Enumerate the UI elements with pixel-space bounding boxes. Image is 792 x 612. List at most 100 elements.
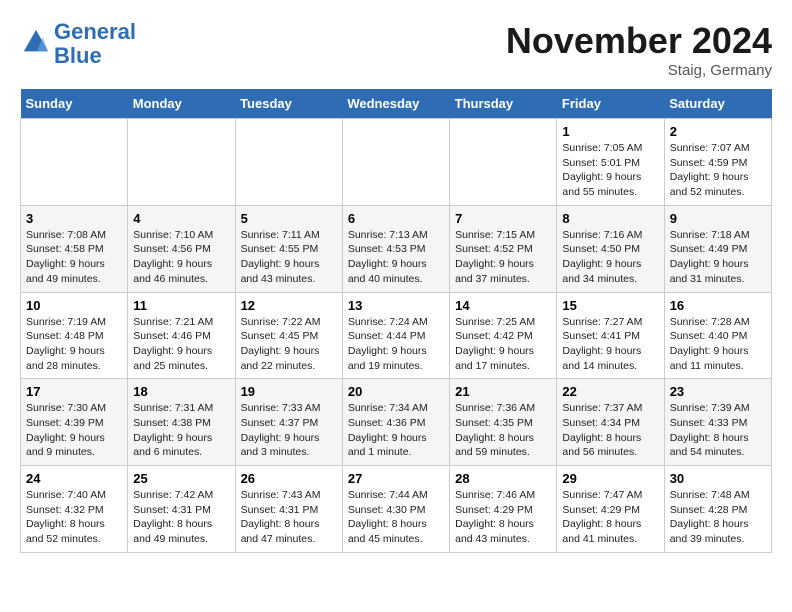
day-number: 9 bbox=[670, 211, 766, 226]
day-info: Sunrise: 7:37 AM Sunset: 4:34 PM Dayligh… bbox=[562, 401, 658, 460]
calendar-table: SundayMondayTuesdayWednesdayThursdayFrid… bbox=[20, 89, 772, 553]
header-day-thursday: Thursday bbox=[450, 89, 557, 119]
day-info: Sunrise: 7:07 AM Sunset: 4:59 PM Dayligh… bbox=[670, 141, 766, 200]
day-number: 15 bbox=[562, 298, 658, 313]
day-number: 6 bbox=[348, 211, 444, 226]
logo: General Blue bbox=[20, 20, 136, 68]
day-number: 13 bbox=[348, 298, 444, 313]
calendar-cell: 1Sunrise: 7:05 AM Sunset: 5:01 PM Daylig… bbox=[557, 119, 664, 206]
day-number: 20 bbox=[348, 384, 444, 399]
day-number: 29 bbox=[562, 471, 658, 486]
day-info: Sunrise: 7:31 AM Sunset: 4:38 PM Dayligh… bbox=[133, 401, 229, 460]
calendar-cell: 13 Sunrise: 7:24 AM Sunset: 4:44 PM Dayli… bbox=[342, 292, 449, 379]
header: General Blue November 2024 Staig, German… bbox=[20, 20, 772, 79]
header-day-friday: Friday bbox=[557, 89, 664, 119]
calendar-cell: 9 Sunrise: 7:18 AM Sunset: 4:49 PM Daylig… bbox=[664, 205, 771, 292]
day-number: 24 bbox=[26, 471, 122, 486]
day-number: 19 bbox=[241, 384, 337, 399]
calendar-week-row: 3 Sunrise: 7:08 AM Sunset: 4:58 PM Daylig… bbox=[21, 205, 772, 292]
header-day-sunday: Sunday bbox=[21, 89, 128, 119]
day-number: 25 bbox=[133, 471, 229, 486]
header-day-saturday: Saturday bbox=[664, 89, 771, 119]
day-number: 7 bbox=[455, 211, 551, 226]
day-number: 3 bbox=[26, 211, 122, 226]
calendar-cell: 25 Sunrise: 7:42 AM Sunset: 4:31 PM Dayli… bbox=[128, 466, 235, 553]
calendar-week-row: 24 Sunrise: 7:40 AM Sunset: 4:32 PM Dayli… bbox=[21, 466, 772, 553]
day-info: Sunrise: 7:18 AM Sunset: 4:49 PM Dayligh… bbox=[670, 228, 766, 287]
calendar-cell: 2 Sunrise: 7:07 AM Sunset: 4:59 PM Daylig… bbox=[664, 119, 771, 206]
calendar-cell: 18Sunrise: 7:31 AM Sunset: 4:38 PM Dayli… bbox=[128, 379, 235, 466]
calendar-cell: 23 Sunrise: 7:39 AM Sunset: 4:33 PM Dayli… bbox=[664, 379, 771, 466]
calendar-week-row: 1Sunrise: 7:05 AM Sunset: 5:01 PM Daylig… bbox=[21, 119, 772, 206]
calendar-cell: 12 Sunrise: 7:22 AM Sunset: 4:45 PM Dayli… bbox=[235, 292, 342, 379]
calendar-cell: 19 Sunrise: 7:33 AM Sunset: 4:37 PM Dayli… bbox=[235, 379, 342, 466]
calendar-cell: 29 Sunrise: 7:47 AM Sunset: 4:29 PM Dayli… bbox=[557, 466, 664, 553]
day-number: 10 bbox=[26, 298, 122, 313]
day-number: 12 bbox=[241, 298, 337, 313]
day-info: Sunrise: 7:42 AM Sunset: 4:31 PM Dayligh… bbox=[133, 488, 229, 547]
day-info: Sunrise: 7:36 AM Sunset: 4:35 PM Dayligh… bbox=[455, 401, 551, 460]
logo-line1: General bbox=[54, 19, 136, 44]
day-info: Sunrise: 7:15 AM Sunset: 4:52 PM Dayligh… bbox=[455, 228, 551, 287]
day-info: Sunrise: 7:48 AM Sunset: 4:28 PM Dayligh… bbox=[670, 488, 766, 547]
day-number: 28 bbox=[455, 471, 551, 486]
day-number: 4 bbox=[133, 211, 229, 226]
day-number: 14 bbox=[455, 298, 551, 313]
day-info: Sunrise: 7:24 AM Sunset: 4:44 PM Dayligh… bbox=[348, 315, 444, 374]
calendar-cell: 27Sunrise: 7:44 AM Sunset: 4:30 PM Dayli… bbox=[342, 466, 449, 553]
calendar-cell bbox=[342, 119, 449, 206]
calendar-cell: 7 Sunrise: 7:15 AM Sunset: 4:52 PM Daylig… bbox=[450, 205, 557, 292]
calendar-cell: 15 Sunrise: 7:27 AM Sunset: 4:41 PM Dayli… bbox=[557, 292, 664, 379]
day-number: 30 bbox=[670, 471, 766, 486]
calendar-cell bbox=[450, 119, 557, 206]
day-info: Sunrise: 7:40 AM Sunset: 4:32 PM Dayligh… bbox=[26, 488, 122, 547]
day-info: Sunrise: 7:43 AM Sunset: 4:31 PM Dayligh… bbox=[241, 488, 337, 547]
calendar-cell: 24 Sunrise: 7:40 AM Sunset: 4:32 PM Dayli… bbox=[21, 466, 128, 553]
day-info: Sunrise: 7:27 AM Sunset: 4:41 PM Dayligh… bbox=[562, 315, 658, 374]
calendar-cell: 20Sunrise: 7:34 AM Sunset: 4:36 PM Dayli… bbox=[342, 379, 449, 466]
day-info: Sunrise: 7:10 AM Sunset: 4:56 PM Dayligh… bbox=[133, 228, 229, 287]
day-info: Sunrise: 7:28 AM Sunset: 4:40 PM Dayligh… bbox=[670, 315, 766, 374]
logo-text: General Blue bbox=[54, 20, 136, 68]
day-number: 2 bbox=[670, 124, 766, 139]
day-info: Sunrise: 7:08 AM Sunset: 4:58 PM Dayligh… bbox=[26, 228, 122, 287]
header-day-tuesday: Tuesday bbox=[235, 89, 342, 119]
day-info: Sunrise: 7:11 AM Sunset: 4:55 PM Dayligh… bbox=[241, 228, 337, 287]
calendar-cell: 22 Sunrise: 7:37 AM Sunset: 4:34 PM Dayli… bbox=[557, 379, 664, 466]
calendar-cell bbox=[128, 119, 235, 206]
calendar-cell: 3 Sunrise: 7:08 AM Sunset: 4:58 PM Daylig… bbox=[21, 205, 128, 292]
calendar-cell: 10Sunrise: 7:19 AM Sunset: 4:48 PM Dayli… bbox=[21, 292, 128, 379]
calendar-cell: 4 Sunrise: 7:10 AM Sunset: 4:56 PM Daylig… bbox=[128, 205, 235, 292]
day-number: 26 bbox=[241, 471, 337, 486]
calendar-cell bbox=[21, 119, 128, 206]
day-info: Sunrise: 7:33 AM Sunset: 4:37 PM Dayligh… bbox=[241, 401, 337, 460]
day-number: 1 bbox=[562, 124, 658, 139]
calendar-cell: 21Sunrise: 7:36 AM Sunset: 4:35 PM Dayli… bbox=[450, 379, 557, 466]
calendar-subtitle: Staig, Germany bbox=[506, 62, 772, 79]
day-info: Sunrise: 7:22 AM Sunset: 4:45 PM Dayligh… bbox=[241, 315, 337, 374]
title-area: November 2024 Staig, Germany bbox=[506, 20, 772, 79]
calendar-week-row: 10Sunrise: 7:19 AM Sunset: 4:48 PM Dayli… bbox=[21, 292, 772, 379]
day-number: 23 bbox=[670, 384, 766, 399]
day-number: 27 bbox=[348, 471, 444, 486]
day-info: Sunrise: 7:47 AM Sunset: 4:29 PM Dayligh… bbox=[562, 488, 658, 547]
header-day-wednesday: Wednesday bbox=[342, 89, 449, 119]
calendar-cell: 28Sunrise: 7:46 AM Sunset: 4:29 PM Dayli… bbox=[450, 466, 557, 553]
day-number: 22 bbox=[562, 384, 658, 399]
calendar-cell: 26 Sunrise: 7:43 AM Sunset: 4:31 PM Dayli… bbox=[235, 466, 342, 553]
day-info: Sunrise: 7:30 AM Sunset: 4:39 PM Dayligh… bbox=[26, 401, 122, 460]
day-info: Sunrise: 7:39 AM Sunset: 4:33 PM Dayligh… bbox=[670, 401, 766, 460]
logo-icon bbox=[22, 28, 50, 56]
day-number: 5 bbox=[241, 211, 337, 226]
calendar-cell: 17 Sunrise: 7:30 AM Sunset: 4:39 PM Dayli… bbox=[21, 379, 128, 466]
calendar-title: November 2024 bbox=[506, 20, 772, 62]
day-number: 8 bbox=[562, 211, 658, 226]
calendar-week-row: 17 Sunrise: 7:30 AM Sunset: 4:39 PM Dayli… bbox=[21, 379, 772, 466]
day-number: 11 bbox=[133, 298, 229, 313]
day-number: 16 bbox=[670, 298, 766, 313]
day-info: Sunrise: 7:13 AM Sunset: 4:53 PM Dayligh… bbox=[348, 228, 444, 287]
day-number: 17 bbox=[26, 384, 122, 399]
calendar-cell bbox=[235, 119, 342, 206]
header-day-monday: Monday bbox=[128, 89, 235, 119]
calendar-cell: 30 Sunrise: 7:48 AM Sunset: 4:28 PM Dayli… bbox=[664, 466, 771, 553]
